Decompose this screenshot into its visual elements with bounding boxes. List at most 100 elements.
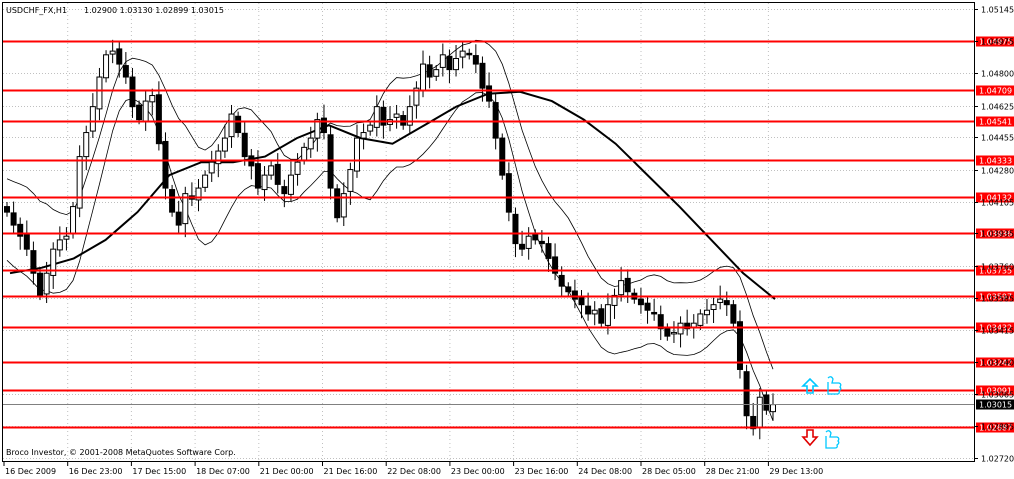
time-tick-label: 29 Dec 13:00 [769,467,823,476]
candle-body [294,161,301,175]
candle-body [155,94,162,145]
time-tick-label: 22 Dec 08:00 [387,467,441,476]
candle-body [770,404,776,413]
candle-body [644,302,651,311]
candle-body [334,188,341,219]
level-label: 1.04541 [979,118,1012,127]
candle-body [4,206,10,213]
candle-body [578,296,585,306]
candle-body [281,186,288,195]
price-axis: 1.05145 1.04975 1.04800 1.04625 1.04455 1.042… [975,6,1014,464]
time-tick-label: 21 Dec 16:00 [324,467,378,476]
candle-body [499,137,506,176]
candle-body [228,113,235,138]
candle-body [320,117,327,134]
candle-body [360,132,367,139]
candle-body [353,137,360,172]
candle-body [420,63,427,91]
candle-body [400,115,407,126]
time-tick-label: 21 Dec 00:00 [260,467,314,476]
candle-body [565,286,572,293]
time-tick-label: 28 Dec 21:00 [706,467,760,476]
price-tick-label: 1.02720 [981,455,1014,464]
candle-body [63,235,70,240]
candle-body [505,173,512,213]
price-tick-label: 1.04455 [981,134,1014,143]
candle-body [142,100,149,123]
candle-body [202,174,209,188]
candle-body [677,322,684,335]
candle-body [519,243,526,250]
candle-body [591,309,598,315]
price-tick-label: 1.04975 [981,38,1014,47]
chart-canvas: 1.049751.047091.045411.043331.041321.039… [0,0,1014,479]
price-tick-label: 1.03065 [981,391,1014,400]
candle-body [347,169,354,192]
candle-body [254,163,261,189]
candle-body [301,146,308,161]
time-tick-label: 23 Dec 00:00 [451,467,505,476]
price-tick-label: 1.03585 [981,295,1014,304]
candle-body [287,174,294,195]
level-label: 1.04709 [979,87,1012,96]
price-tick-label: 1.04280 [981,167,1014,176]
time-tick-label: 23 Dec 16:00 [515,467,569,476]
candle-body [307,137,314,150]
candle-body [373,106,380,128]
candle-body [624,277,631,293]
candle-body [538,240,545,245]
candle-body [670,331,677,335]
candle-body [717,298,724,303]
candle-body [393,113,400,118]
candle-body [274,163,281,185]
price-tick-label: 1.04105 [981,199,1014,208]
candle-body [43,272,50,295]
price-tick-label: 1.02895 [981,423,1014,432]
candle-body [162,140,169,189]
candle-body [96,76,103,110]
candle-body [169,189,176,213]
candle-body [208,161,215,174]
chart-background [0,0,1014,479]
candle-body [70,206,77,235]
time-tick-label: 18 Dec 07:00 [196,467,250,476]
candle-body [571,290,578,300]
candle-body [492,102,499,139]
time-tick-label: 16 Dec 23:00 [69,467,123,476]
candle-body [453,58,460,71]
time-tick-label: 17 Dec 15:00 [132,467,186,476]
candle-body [129,76,136,108]
candle-body [37,272,44,296]
candle-body [466,52,473,56]
candle-body [525,235,532,249]
candle-body [83,132,90,158]
candle-body [545,243,552,259]
copyright-label: Broco Investor, © 2001-2008 MetaQuotes S… [6,448,236,457]
candle-body [268,165,275,176]
price-tick-label: 1.04800 [981,70,1014,79]
candle-body [221,137,228,152]
candle-body [426,64,433,78]
candle-body [89,106,96,132]
candle-body [472,55,479,65]
candle-body [76,156,83,209]
symbol-label: USDCHF_FX,H1 [6,6,67,15]
price-tick-label: 1.05145 [981,6,1014,15]
candle-body [532,233,539,241]
candle-body [116,48,123,65]
candle-body [730,304,737,324]
candle-body [618,280,625,296]
candle-body [651,311,658,315]
candle-body [439,54,446,68]
candle-body [122,65,129,78]
candle-body [235,115,242,134]
time-tick-label: 28 Dec 05:00 [642,467,696,476]
candle-body [703,309,710,316]
candle-body [103,54,110,79]
price-tick-label: 1.03415 [981,327,1014,336]
candle-body [175,211,182,226]
candle-body [459,50,466,58]
candle-body [763,394,770,411]
candle-body [598,308,605,324]
current-price-label: 1.03015 [979,401,1012,410]
